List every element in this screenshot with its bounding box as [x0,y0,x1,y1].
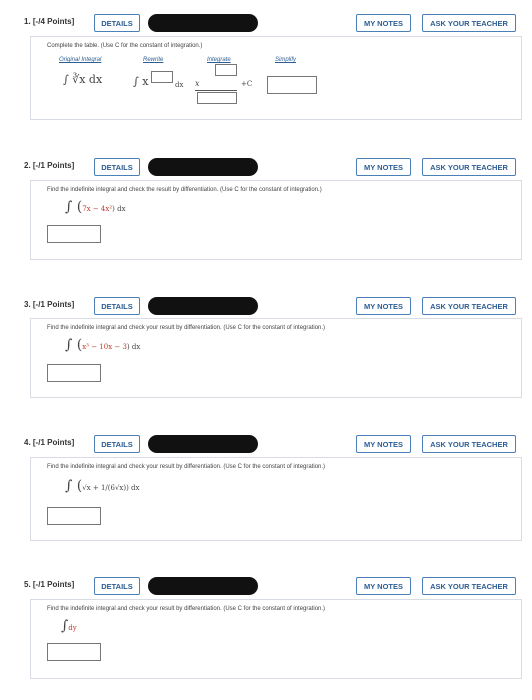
answer-input[interactable] [47,643,101,661]
details-button[interactable]: DETAILS [94,577,140,595]
ask-teacher-button[interactable]: ASK YOUR TEACHER [422,297,516,315]
question-5: 5. [-/1 Points] DETAILS MY NOTES ASK YOU… [14,573,520,599]
instruction-text: Find the indefinite integral and check y… [47,325,326,331]
integrand: dy [68,624,77,632]
instruction-text: Find the indefinite integral and check y… [47,464,326,470]
rewrite-integral-prefix: ∫ x [133,75,149,88]
question-5-panel: Find the indefinite integral and check y… [30,599,522,679]
question-1: 1. [-/4 Points] DETAILS MY NOTES ASK YOU… [14,10,520,36]
redacted-title [148,158,258,176]
answer-input[interactable] [47,364,101,382]
integral-open: ∫ ( [65,337,83,353]
my-notes-button[interactable]: MY NOTES [356,435,411,453]
answer-input[interactable] [47,507,101,525]
integral-open: ∫ ( [65,478,83,494]
integral-expression: ∫ (√x + 1/(6√x)) dx [65,478,139,494]
question-1-panel: Complete the table. (Use C for the const… [30,36,522,120]
ask-teacher-button[interactable]: ASK YOUR TEACHER [422,435,516,453]
question-label: 3. [-/1 Points] [24,300,75,309]
details-button[interactable]: DETAILS [94,158,140,176]
header-simplify: Simplify [275,57,297,63]
question-3: 3. [-/1 Points] DETAILS MY NOTES ASK YOU… [14,293,520,319]
redacted-title [148,435,258,453]
integral-expression: ∫ (x³ − 10x − 3) dx [65,337,140,353]
redacted-title [148,14,258,32]
header-integrate: Integrate [207,57,231,63]
integral-open: ∫ ( [65,199,83,215]
integrand: √x + 1/(6√x) [82,484,127,492]
integral-close: ) dx [126,484,140,492]
question-4-panel: Find the indefinite integral and check y… [30,457,522,541]
question-label: 5. [-/1 Points] [24,580,75,589]
redacted-title [148,297,258,315]
question-2: 2. [-/1 Points] DETAILS MY NOTES ASK YOU… [14,154,520,180]
rewrite-exponent-input[interactable] [151,71,173,83]
instruction-text: Find the indefinite integral and check y… [47,606,326,612]
answer-input[interactable] [47,225,101,243]
my-notes-button[interactable]: MY NOTES [356,14,411,32]
ask-teacher-button[interactable]: ASK YOUR TEACHER [422,14,516,32]
question-2-panel: Find the indefinite integral and check t… [30,180,522,260]
details-button[interactable]: DETAILS [94,297,140,315]
integrand: x³ − 10x − 3 [82,343,127,351]
integral-expression: ∫dy [61,618,77,634]
integrate-variable: x [195,79,200,88]
redacted-title [148,577,258,595]
question-3-panel: Find the indefinite integral and check y… [30,318,522,398]
header-rewrite: Rewrite [143,57,164,63]
integrate-exponent-input[interactable] [215,64,237,76]
integral-close: ) dx [112,205,126,213]
plus-c: +C [241,80,253,88]
my-notes-button[interactable]: MY NOTES [356,297,411,315]
details-button[interactable]: DETAILS [94,435,140,453]
header-original-integral: Original Integral [59,57,102,63]
ask-teacher-button[interactable]: ASK YOUR TEACHER [422,158,516,176]
question-label: 2. [-/1 Points] [24,161,75,170]
question-label: 4. [-/1 Points] [24,438,75,447]
rewrite-dx: dx [175,81,184,89]
ask-teacher-button[interactable]: ASK YOUR TEACHER [422,577,516,595]
fraction-bar [195,90,237,91]
integrand: 7x − 4x² [82,205,113,213]
instruction-text: Find the indefinite integral and check t… [47,187,322,193]
my-notes-button[interactable]: MY NOTES [356,577,411,595]
integral-close: ) dx [126,343,141,351]
question-label: 1. [-/4 Points] [24,17,75,26]
my-notes-button[interactable]: MY NOTES [356,158,411,176]
details-button[interactable]: DETAILS [94,14,140,32]
question-4: 4. [-/1 Points] DETAILS MY NOTES ASK YOU… [14,431,520,457]
integral-expression: ∫ (7x − 4x²) dx [65,199,126,215]
integrate-denominator-input[interactable] [197,92,237,104]
instruction-text: Complete the table. (Use C for the const… [47,43,203,49]
simplify-answer-input[interactable] [267,76,317,94]
original-integral: ∫ ∛x dx [63,73,103,86]
